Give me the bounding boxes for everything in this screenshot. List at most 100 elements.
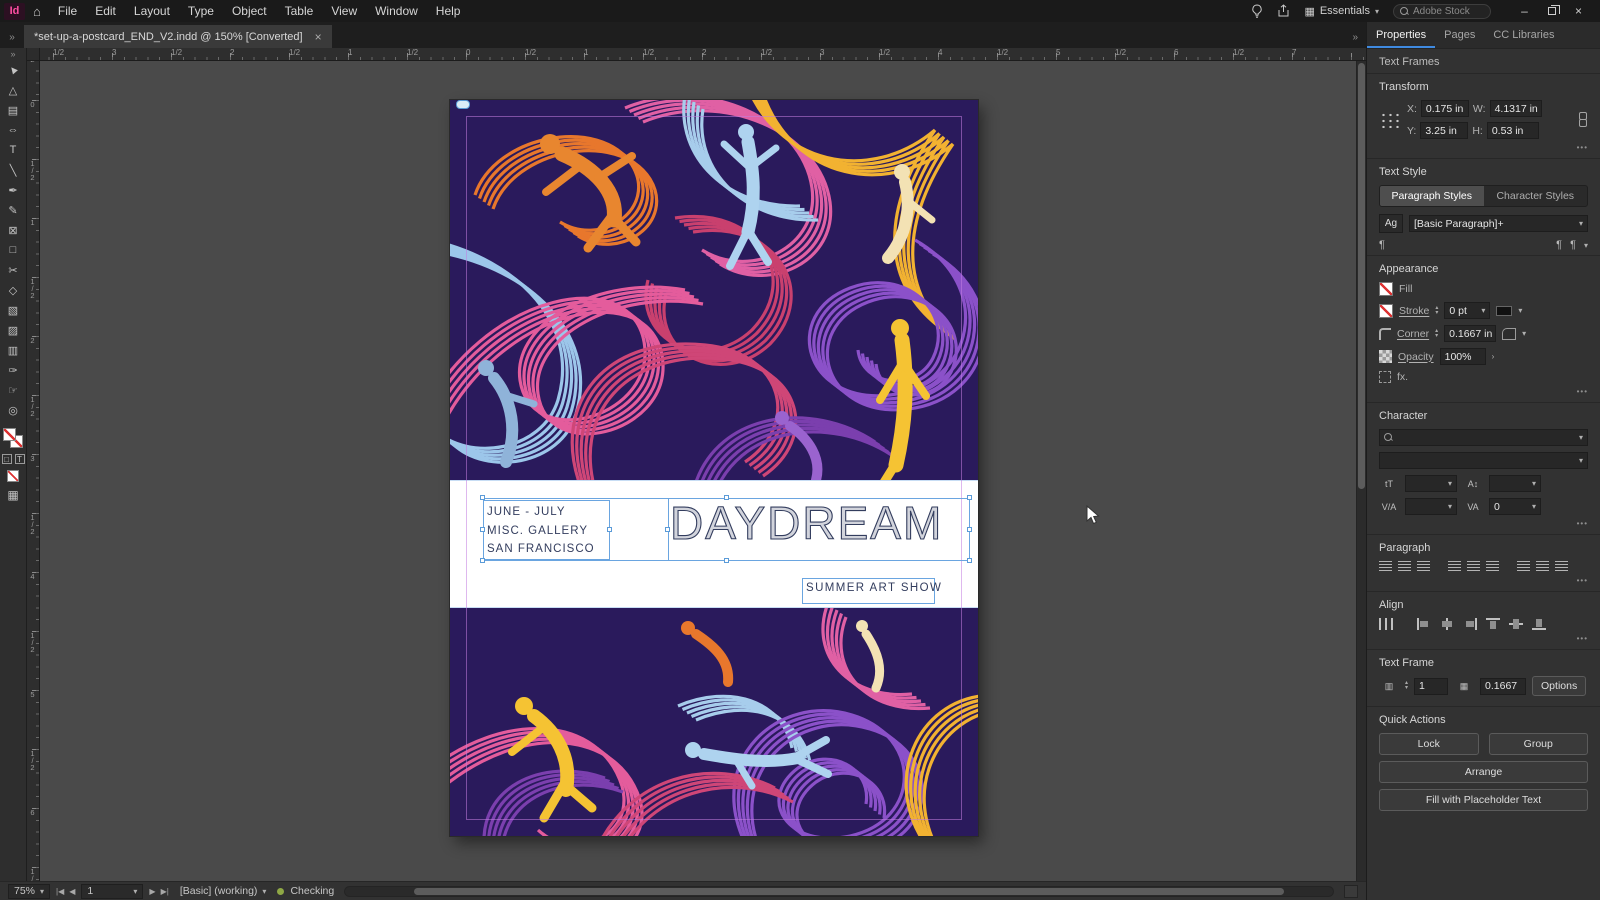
selection-handle[interactable] <box>480 495 485 500</box>
menu-item[interactable]: View <box>322 4 366 18</box>
align-right-icon[interactable] <box>1417 561 1430 572</box>
eyedropper-tool[interactable]: ✑ <box>1 360 25 380</box>
w-input[interactable]: 4.1317 in <box>1489 100 1542 117</box>
align-top-edges-icon[interactable] <box>1486 618 1500 630</box>
fill-color-swatch[interactable] <box>3 428 16 441</box>
stroke-label[interactable]: Stroke <box>1399 305 1429 317</box>
vertical-ruler[interactable]: 1/2 0 1/2 1 1/2 2 1/2 3 1/2 4 1/2 5 1/2 6 1/2 <box>27 61 40 881</box>
stroke-weight-input[interactable]: 0 pt ▾ <box>1444 302 1491 319</box>
stroke-color-chip[interactable] <box>1496 305 1513 316</box>
rectangle-tool[interactable]: □ <box>1 240 25 260</box>
align-horizontal-centers-icon[interactable] <box>1440 618 1454 630</box>
share-icon[interactable] <box>1277 4 1290 18</box>
apply-none-button[interactable] <box>7 470 19 482</box>
menu-item[interactable]: Object <box>223 4 276 18</box>
free-transform-tool[interactable]: ◇ <box>1 280 25 300</box>
restore-button[interactable] <box>1538 0 1565 22</box>
formatting-affects-container-icon[interactable]: □ <box>1 454 12 464</box>
pencil-tool[interactable]: ✎ <box>1 200 25 220</box>
line-tool[interactable]: ╲ <box>1 160 25 180</box>
link-badge-icon[interactable] <box>456 100 470 109</box>
zoom-level-dropdown[interactable]: 75% ▾ <box>8 883 51 899</box>
selection-handle[interactable] <box>665 527 670 532</box>
hand-tool[interactable]: ☞ <box>1 380 25 400</box>
arrange-button[interactable]: Arrange <box>1379 761 1588 783</box>
menu-item[interactable]: Window <box>366 4 427 18</box>
align-right-edges-icon[interactable] <box>1463 618 1477 630</box>
tools-collapse-icon[interactable]: » <box>10 48 15 60</box>
opacity-input[interactable]: 100% <box>1439 348 1486 365</box>
ruler-origin-corner[interactable] <box>27 48 40 61</box>
workspace-switcher[interactable]: ▦ Essentials ▾ <box>1304 5 1379 18</box>
indent-left-icon[interactable] <box>1536 561 1549 572</box>
rectangle-frame-tool[interactable]: ⊠ <box>1 220 25 240</box>
font-style-dropdown[interactable]: ▾ <box>1379 452 1588 469</box>
paragraph-style-dropdown[interactable]: [Basic Paragraph]+ ▾ <box>1409 215 1588 232</box>
formatting-affects-text-icon[interactable]: T <box>14 454 25 464</box>
tab-close-icon[interactable]: × <box>315 30 322 44</box>
font-family-dropdown[interactable]: ▾ <box>1379 429 1588 446</box>
align-vertical-centers-icon[interactable] <box>1509 618 1523 630</box>
tab-overflow-icon[interactable]: » <box>0 32 24 48</box>
opacity-expand-icon[interactable]: › <box>1492 352 1495 361</box>
last-page-button[interactable]: ▶| <box>161 887 169 896</box>
document-page[interactable]: JUNE - JULY MISC. GALLERY SAN FRANCISCO … <box>450 100 978 836</box>
selection-bounding-box[interactable] <box>483 498 970 561</box>
redefine-style-icon[interactable]: ¶ <box>1556 239 1562 251</box>
tab-properties[interactable]: Properties <box>1367 22 1435 48</box>
previous-page-button[interactable]: ◀ <box>69 887 75 896</box>
align-bottom-edges-icon[interactable] <box>1532 618 1546 630</box>
horizontal-scrollbar-thumb[interactable] <box>414 887 1284 895</box>
selection-handle[interactable] <box>607 527 612 532</box>
stroke-weight-stepper[interactable]: ▴ ▾ <box>1435 305 1438 316</box>
next-page-button[interactable]: ▶ <box>149 887 155 896</box>
text-frame-options-button[interactable]: Options <box>1532 676 1587 696</box>
stock-search-input[interactable]: Adobe Stock <box>1393 3 1491 19</box>
menu-item[interactable]: Table <box>276 4 323 18</box>
horizontal-ruler[interactable]: 1/2 3 1/2 2 1/2 1 1/2 0 1/2 1 1/2 2 1/2 3 1/2 4 1/2 5 1/2 6… <box>40 48 1366 61</box>
first-page-button[interactable]: |◀ <box>56 887 64 896</box>
tracking-input[interactable]: 0 ▾ <box>1489 498 1541 515</box>
constrain-proportions-icon[interactable] <box>1577 112 1588 127</box>
reference-point-grid[interactable] <box>1379 111 1401 128</box>
lock-button[interactable]: Lock <box>1379 733 1479 755</box>
distribute-icon[interactable] <box>1379 618 1393 630</box>
justify-center-icon[interactable] <box>1467 561 1480 572</box>
opacity-label[interactable]: Opacity <box>1398 351 1434 363</box>
align-left-edges-icon[interactable] <box>1417 618 1431 630</box>
close-window-button[interactable]: × <box>1565 0 1592 22</box>
direct-selection-tool[interactable]: △ <box>1 80 25 100</box>
style-override-icon[interactable]: ¶ <box>1570 239 1576 251</box>
gradient-swatch-tool[interactable]: ▧ <box>1 300 25 320</box>
menu-item[interactable]: Help <box>427 4 470 18</box>
gap-tool[interactable]: ⇔ <box>1 120 25 140</box>
vertical-scrollbar[interactable] <box>1356 61 1366 881</box>
selection-handle[interactable] <box>724 558 729 563</box>
justify-all-icon[interactable] <box>1517 561 1530 572</box>
note-tool[interactable]: ▥ <box>1 340 25 360</box>
transform-more-options[interactable]: ••• <box>1379 143 1588 152</box>
screen-mode-icon[interactable]: ▦ <box>7 488 18 502</box>
justify-left-icon[interactable] <box>1448 561 1461 572</box>
group-button[interactable]: Group <box>1488 733 1588 755</box>
selection-handle[interactable] <box>724 495 729 500</box>
character-styles-tab[interactable]: Character Styles <box>1484 186 1588 206</box>
leading-input[interactable]: ▾ <box>1489 475 1541 492</box>
inset-input[interactable]: 0.1667 <box>1480 677 1527 695</box>
chevron-down-icon[interactable]: ▾ <box>1518 306 1522 315</box>
columns-stepper[interactable]: ▴ ▾ <box>1405 680 1408 691</box>
type-tool[interactable]: T <box>1 140 25 160</box>
preflight-profile-dropdown[interactable]: [Basic] (working) ▾ <box>175 884 272 899</box>
corner-label[interactable]: Corner <box>1397 328 1429 340</box>
fx-label[interactable]: fx. <box>1397 371 1408 383</box>
tab-pages[interactable]: Pages <box>1435 22 1484 48</box>
document-tab[interactable]: *set-up-a-postcard_END_V2.indd @ 150% [C… <box>24 25 332 48</box>
selection-handle[interactable] <box>967 558 972 563</box>
h-input[interactable]: 0.53 in <box>1486 122 1539 139</box>
tab-cc-libraries[interactable]: CC Libraries <box>1484 22 1563 48</box>
app-logo[interactable]: Id <box>4 2 25 20</box>
stroke-swatch[interactable] <box>1379 303 1393 318</box>
horizontal-scrollbar[interactable] <box>344 885 1334 897</box>
align-center-icon[interactable] <box>1398 561 1411 572</box>
menu-item[interactable]: File <box>49 4 86 18</box>
